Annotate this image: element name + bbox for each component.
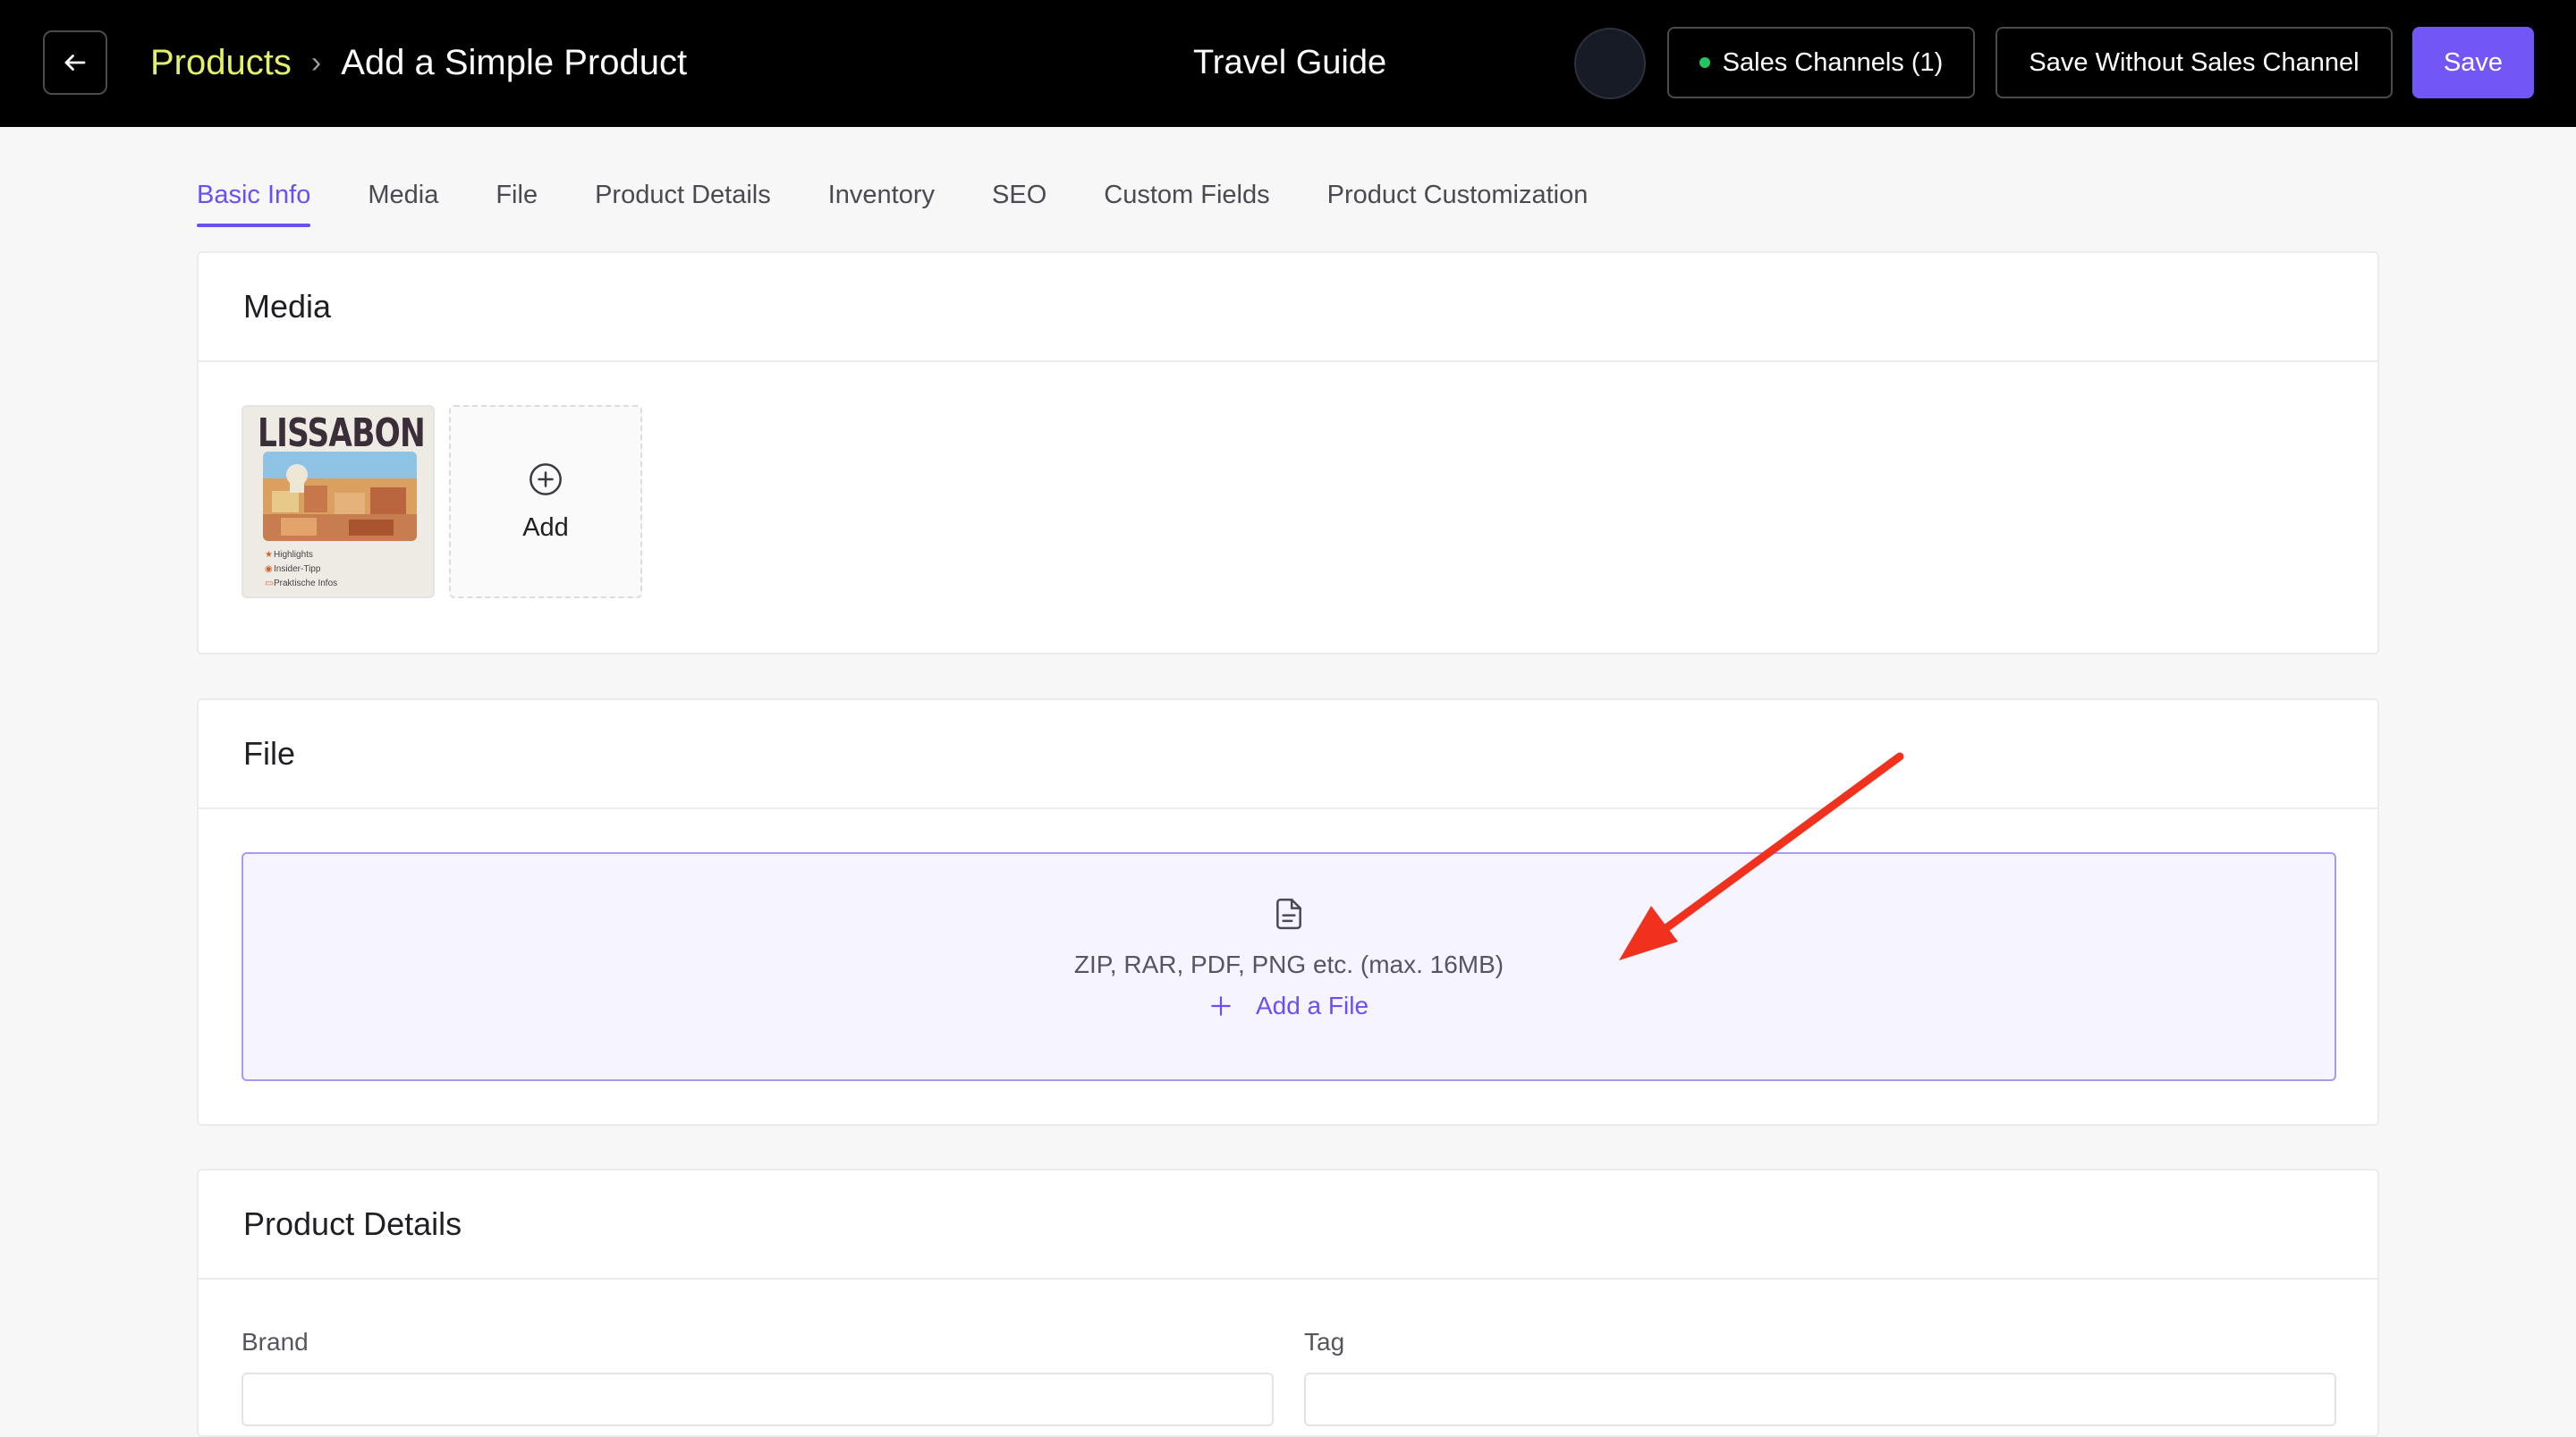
thumbnail-cover-title: LISSABON [258, 410, 426, 456]
tab-seo[interactable]: SEO [992, 175, 1046, 227]
tab-product-customization[interactable]: Product Customization [1327, 175, 1589, 227]
tab-product-details[interactable]: Product Details [595, 175, 771, 227]
arrow-left-icon [64, 55, 86, 71]
chevron-right-icon: › [310, 45, 322, 80]
thumbnail-line: Highlights [274, 550, 313, 560]
tab-basic-info[interactable]: Basic Info [197, 175, 311, 227]
sales-channels-label: Sales Channels (1) [1722, 47, 1944, 77]
save-without-sales-channel-button[interactable]: Save Without Sales Channel [1996, 27, 2393, 98]
thumbnail-photo [263, 452, 417, 541]
sales-channels-button[interactable]: Sales Channels (1) [1667, 27, 1975, 98]
thumbnail-line: Praktische Infos [274, 579, 338, 588]
top-bar: Products › Add a Simple Product Travel G… [0, 0, 2576, 127]
brand-input[interactable] [242, 1373, 1274, 1426]
plus-circle-icon [530, 462, 562, 495]
page-title: Add a Simple Product [341, 42, 688, 82]
avatar[interactable] [1574, 28, 1646, 99]
file-dropzone[interactable]: ZIP, RAR, PDF, PNG etc. (max. 16MB) Add … [242, 852, 2336, 1081]
tag-label: Tag [1304, 1328, 1345, 1356]
tag-input[interactable] [1304, 1373, 2336, 1426]
file-types-hint: ZIP, RAR, PDF, PNG etc. (max. 16MB) [1073, 951, 1504, 978]
brand-label: Brand [242, 1328, 309, 1356]
media-section-title: Media [199, 253, 2377, 362]
status-dot-icon [1699, 57, 1710, 68]
tab-inventory[interactable]: Inventory [828, 175, 935, 227]
breadcrumb-products-link[interactable]: Products [150, 43, 292, 83]
thumbnail-line: Insider-Tipp [274, 564, 321, 574]
back-button[interactable] [43, 30, 107, 95]
add-media-button[interactable]: Add [449, 405, 642, 598]
product-details-section-title: Product Details [199, 1171, 2377, 1280]
tab-file[interactable]: File [496, 175, 538, 227]
add-media-label: Add [522, 512, 569, 542]
product-name-title: Travel Guide [1193, 43, 1387, 81]
media-thumbnail[interactable]: LISSABON ★Highlights ◉Insider-Tipp ▭Prak… [242, 405, 435, 598]
tab-media[interactable]: Media [368, 175, 438, 227]
file-card: File ZIP, RAR, PDF, PNG etc. (max. 16MB)… [197, 698, 2379, 1126]
plus-icon [1211, 996, 1231, 1016]
add-file-label: Add a File [1255, 992, 1369, 1019]
media-card: Media LISSABON ★Highlights ◉Insider-Tipp… [197, 251, 2379, 655]
product-details-card: Product Details Brand Tag [197, 1169, 2379, 1437]
tab-custom-fields[interactable]: Custom Fields [1104, 175, 1269, 227]
thumbnail-lines: ★Highlights ◉Insider-Tipp ▭Praktische In… [265, 550, 338, 588]
add-file-button[interactable]: Add a File [1209, 992, 1368, 1020]
save-button[interactable]: Save [2412, 27, 2534, 98]
file-text-icon [1276, 898, 1301, 930]
section-tabs: Basic Info Media File Product Details In… [197, 175, 1588, 229]
file-section-title: File [199, 700, 2377, 809]
breadcrumb: Products › Add a Simple Product [150, 39, 687, 86]
